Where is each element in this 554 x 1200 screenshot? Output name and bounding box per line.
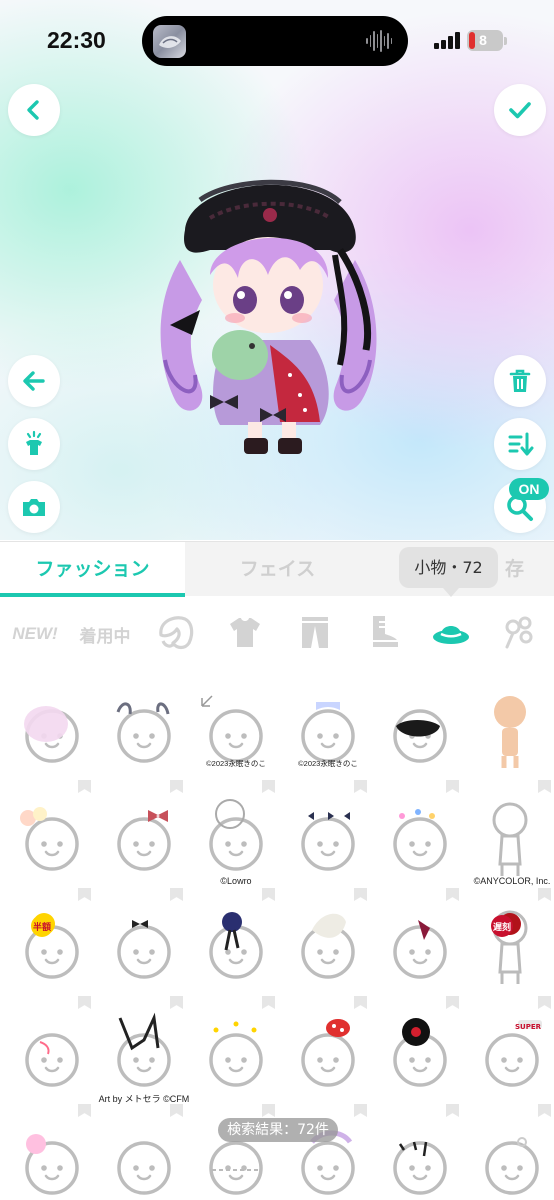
item-cell[interactable] <box>6 1116 98 1200</box>
delete-button[interactable] <box>494 355 546 407</box>
battery-icon: 8 <box>467 30 503 51</box>
sort-button[interactable] <box>494 418 546 470</box>
boot-icon <box>365 614 401 654</box>
hair-icon <box>155 613 195 655</box>
chevron-left-icon <box>22 98 46 122</box>
item-cell[interactable] <box>98 1116 190 1200</box>
avatar-stage: 22:30 8 ON <box>0 0 554 540</box>
category-shoes[interactable] <box>358 612 408 656</box>
search-toggle-badge[interactable]: ON <box>509 478 549 500</box>
item-cell[interactable]: ©ANYCOLOR, Inc. <box>466 792 554 904</box>
item-tag: 遅刻 <box>493 921 511 933</box>
item-cell[interactable] <box>282 900 374 1012</box>
item-cell[interactable]: 遅刻 <box>466 900 554 1012</box>
audio-wave-icon <box>366 30 392 52</box>
shirt-icon <box>226 614 264 654</box>
item-cell[interactable] <box>98 684 190 796</box>
confirm-button[interactable] <box>494 84 546 136</box>
item-cell[interactable] <box>6 684 98 796</box>
item-tag: 半額 <box>33 921 51 933</box>
item-cell[interactable] <box>190 1008 282 1120</box>
item-cell[interactable] <box>6 1008 98 1120</box>
item-cell[interactable] <box>6 792 98 904</box>
item-cell[interactable] <box>98 792 190 904</box>
status-bar: 22:30 8 <box>0 0 554 80</box>
category-tooltip: 小物・72 <box>399 547 498 597</box>
battery-level: 8 <box>479 32 487 48</box>
item-credit: ©2023永眠きのこ <box>206 759 266 768</box>
tab-face[interactable]: フェイス <box>185 542 370 597</box>
camera-icon <box>20 494 48 520</box>
item-cell[interactable]: ©2023永眠きのこ <box>282 684 374 796</box>
now-playing-thumbnail <box>153 25 186 58</box>
category-hair[interactable] <box>150 612 200 656</box>
item-credit: ©ANYCOLOR, Inc. <box>473 876 551 886</box>
item-credit: Art by メトセラ ©CFM <box>98 1094 190 1104</box>
tab-fashion[interactable]: ファッション <box>0 542 185 597</box>
item-cell[interactable] <box>374 1008 466 1120</box>
accessory-icon <box>499 613 539 655</box>
outfit-button[interactable] <box>8 418 60 470</box>
sort-icon <box>506 430 534 458</box>
item-cell[interactable]: ©2023永眠きのこ <box>190 684 282 796</box>
item-cell[interactable] <box>190 900 282 1012</box>
item-cell[interactable] <box>98 900 190 1012</box>
hat-icon <box>431 615 471 653</box>
back-button[interactable] <box>8 84 60 136</box>
item-cell[interactable] <box>374 900 466 1012</box>
check-icon <box>507 97 533 123</box>
pants-icon <box>298 614 332 654</box>
item-tag: SUPER <box>515 1023 542 1031</box>
camera-button[interactable] <box>8 481 60 533</box>
arrow-left-icon <box>21 368 47 394</box>
category-bottoms[interactable] <box>290 612 340 656</box>
category-new[interactable]: NEW! <box>6 612 64 656</box>
item-cell[interactable] <box>466 1116 554 1200</box>
category-accessories[interactable] <box>426 612 476 656</box>
item-credit: ©2023永眠きのこ <box>298 759 358 768</box>
item-cell[interactable]: Art by メトセラ ©CFM <box>98 1008 190 1120</box>
search-result-count: 検索結果：72件 <box>218 1118 338 1142</box>
category-wearing[interactable]: 着用中 <box>76 612 134 656</box>
item-cell[interactable] <box>374 792 466 904</box>
avatar-preview[interactable] <box>140 160 400 460</box>
trash-icon <box>507 367 533 395</box>
item-cell[interactable] <box>466 684 554 796</box>
item-cell[interactable]: ©Lowro <box>190 792 282 904</box>
item-cell[interactable] <box>374 1116 466 1200</box>
undo-button[interactable] <box>8 355 60 407</box>
item-cell[interactable] <box>282 792 374 904</box>
category-items[interactable] <box>494 612 544 656</box>
cellular-signal-icon <box>434 31 460 49</box>
item-cell[interactable] <box>282 1008 374 1120</box>
tab-saved-label: 存 <box>504 558 524 580</box>
category-tops[interactable] <box>220 612 270 656</box>
item-cell[interactable]: 半額 <box>6 900 98 1012</box>
item-cell[interactable]: SUPER <box>466 1008 554 1120</box>
category-wearing-label: 着用中 <box>79 626 131 647</box>
item-credit: ©Lowro <box>220 876 252 886</box>
status-time: 22:30 <box>47 27 106 53</box>
category-strip: NEW! 着用中 <box>0 598 554 670</box>
dynamic-island[interactable] <box>142 16 408 66</box>
shirt-sparkle-icon <box>20 430 48 458</box>
item-cell[interactable] <box>374 684 466 796</box>
category-new-label: NEW! <box>12 624 58 643</box>
